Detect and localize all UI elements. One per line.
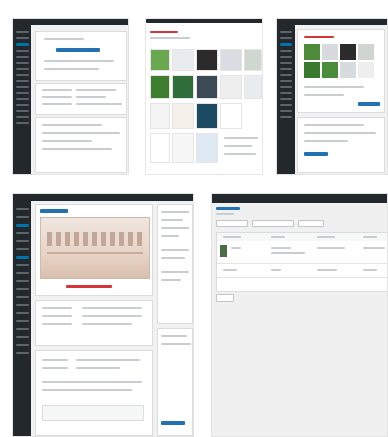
media-thumb[interactable]	[150, 75, 170, 99]
screenshot-list-table	[211, 193, 388, 437]
modal-panel	[35, 31, 127, 81]
screenshot-editor-image	[12, 193, 194, 437]
media-thumb[interactable]	[244, 49, 262, 71]
media-thumb[interactable]	[150, 49, 170, 71]
pagination[interactable]	[216, 294, 234, 302]
screenshot-editor-1	[12, 18, 129, 175]
content-panel	[297, 117, 385, 173]
editor-panel	[35, 204, 153, 296]
content-panel	[35, 117, 127, 173]
media-thumb[interactable]	[196, 133, 218, 163]
media-thumb[interactable]	[172, 75, 194, 99]
list-table	[216, 232, 387, 292]
sidebar-panel-2	[157, 328, 193, 436]
admin-menu[interactable]	[13, 19, 32, 174]
media-modal	[297, 29, 385, 113]
admin-menu[interactable]	[277, 19, 295, 174]
sidebar-panel	[157, 204, 193, 324]
media-thumb[interactable]	[150, 133, 170, 163]
screenshot-media-library	[145, 18, 263, 175]
row-thumbnail[interactable]	[220, 245, 227, 257]
settings-panel	[35, 83, 127, 115]
media-thumb[interactable]	[244, 75, 262, 99]
media-thumb[interactable]	[196, 49, 218, 71]
media-thumb[interactable]	[220, 103, 242, 129]
screenshot-editor-2	[276, 18, 388, 175]
details-panel	[35, 350, 153, 436]
featured-image[interactable]	[40, 217, 150, 279]
media-thumb[interactable]	[172, 49, 194, 71]
media-thumb[interactable]	[172, 133, 194, 163]
media-thumb[interactable]	[196, 103, 218, 129]
admin-bar	[13, 19, 128, 26]
media-thumb[interactable]	[172, 103, 194, 129]
admin-bar	[277, 19, 387, 26]
media-thumb[interactable]	[196, 75, 218, 99]
admin-menu[interactable]	[13, 194, 31, 436]
media-thumb[interactable]	[220, 49, 242, 71]
fields-panel	[35, 300, 153, 346]
admin-bar	[13, 194, 193, 202]
media-thumb[interactable]	[150, 103, 170, 129]
media-thumb[interactable]	[220, 75, 242, 99]
